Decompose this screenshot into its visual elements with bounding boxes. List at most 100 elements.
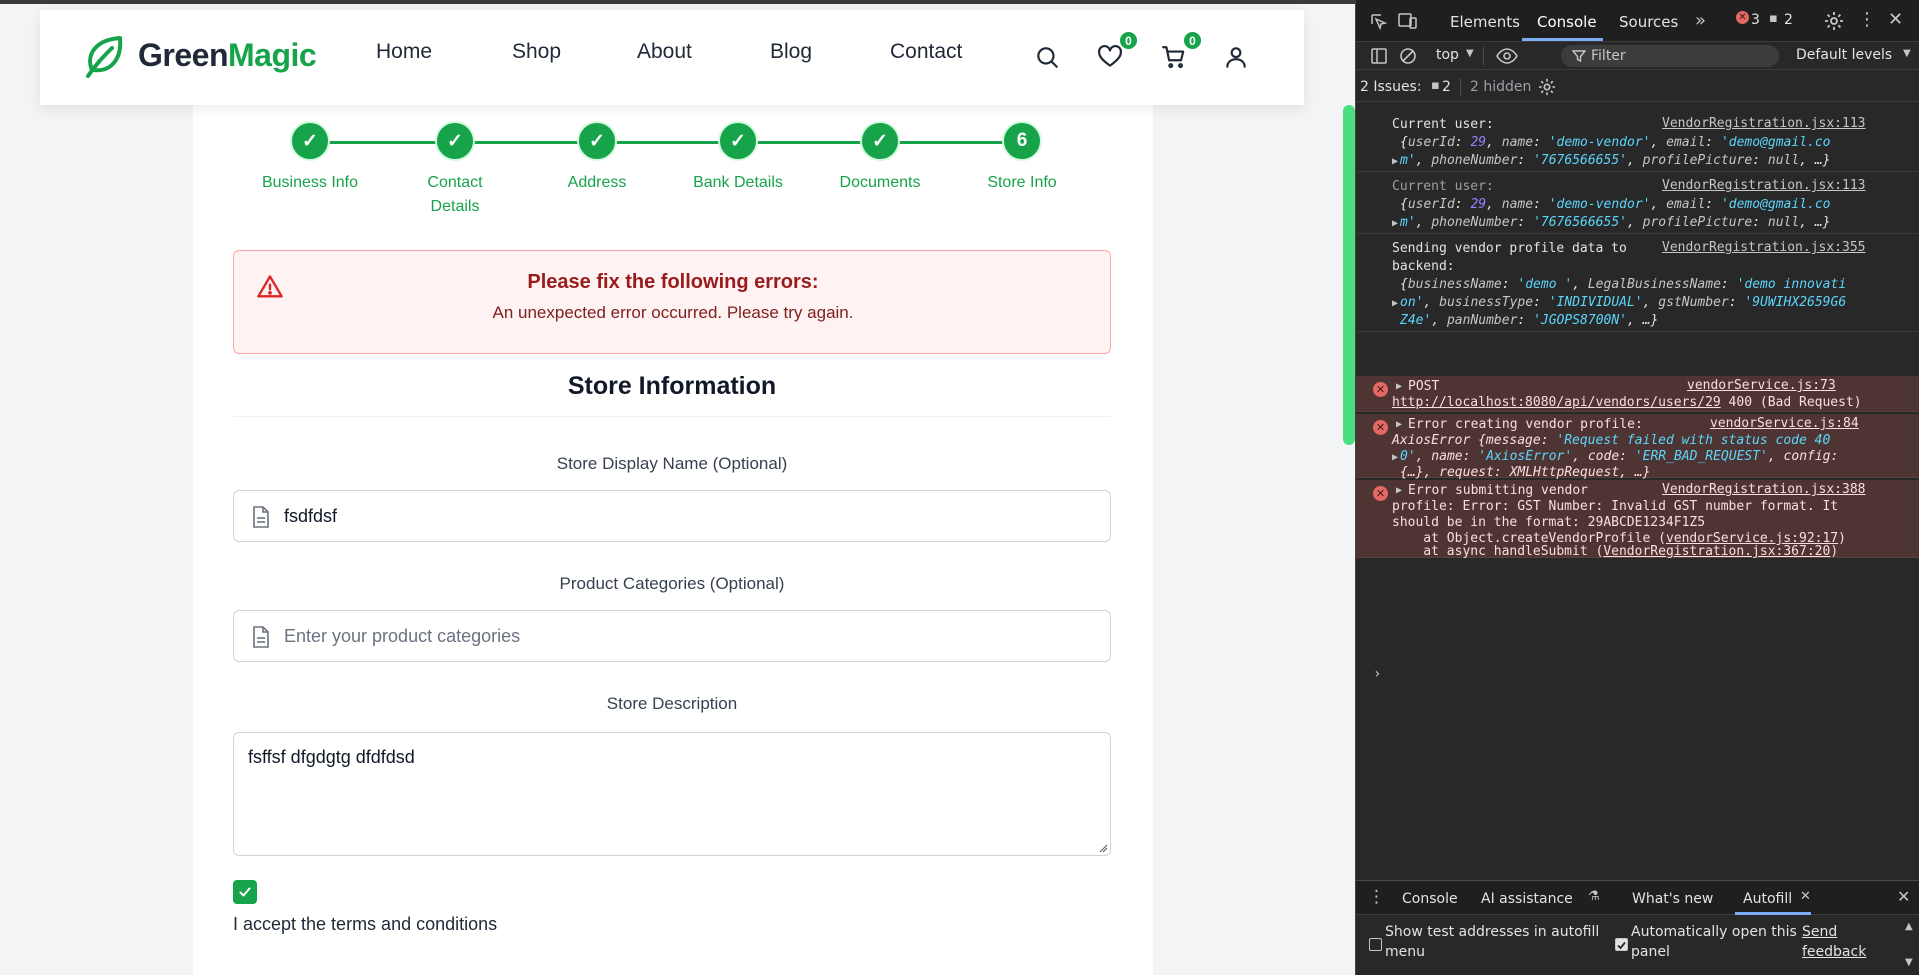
store-description-textarea[interactable]: fsffsf dfgdgtg dfdfdsd — [234, 733, 1110, 855]
message-count[interactable]: 2 — [1784, 12, 1793, 28]
nav-home[interactable]: Home — [376, 40, 512, 64]
console-log-entry[interactable]: Current user: VendorRegistration.jsx:113… — [1356, 174, 1919, 234]
website-viewport: GreenMagic Home Shop About Blog Contact … — [0, 0, 1355, 975]
close-tab-icon[interactable]: ✕ — [1800, 889, 1811, 904]
error-count[interactable]: 3 — [1751, 12, 1760, 28]
console-error-entry[interactable]: ✕ ▶ POST vendorService.js:73 http://loca… — [1356, 376, 1919, 412]
devtools-panel: Elements Console Sources » ✕ 3 ▪ 2 ⋮ ✕ t… — [1355, 0, 1919, 975]
more-options-icon[interactable]: ⋮ — [1858, 9, 1876, 30]
step-current-number: 6 — [1002, 121, 1042, 161]
tab-console[interactable]: Console — [1537, 13, 1597, 31]
drawer-menu-icon[interactable]: ⋮ — [1368, 887, 1385, 907]
page-scrollbar-thumb[interactable] — [1343, 105, 1355, 445]
live-expression-eye-icon[interactable] — [1496, 47, 1518, 65]
logo[interactable]: GreenMagic — [80, 30, 317, 80]
message-count-icon[interactable]: ▪ — [1769, 11, 1778, 26]
device-toolbar-icon[interactable] — [1398, 12, 1418, 30]
expand-triangle-icon[interactable]: ▶ — [1392, 218, 1398, 229]
console-filter-input[interactable] — [1591, 45, 1771, 67]
expand-triangle-icon[interactable]: ▶ — [1392, 156, 1398, 167]
nav-shop[interactable]: Shop — [512, 40, 637, 64]
tab-sources[interactable]: Sources — [1619, 13, 1678, 31]
document-icon — [253, 626, 269, 648]
resize-grip-icon[interactable] — [1098, 843, 1108, 853]
log-source-link[interactable]: VendorRegistration.jsx:113 — [1662, 178, 1866, 193]
wishlist-button[interactable]: 0 — [1093, 30, 1139, 74]
drawer-active-tab-indicator — [1735, 912, 1811, 915]
log-source-link[interactable]: VendorRegistration.jsx:355 — [1662, 240, 1866, 255]
send-feedback-link-cont[interactable]: feedback — [1802, 943, 1866, 962]
issues-count[interactable]: 2 — [1442, 79, 1451, 95]
cart-count-badge: 0 — [1182, 30, 1203, 51]
close-drawer-icon[interactable]: ✕ — [1897, 887, 1910, 906]
scroll-down-arrow-icon[interactable]: ▼ — [1905, 957, 1913, 968]
sidebar-toggle-icon[interactable] — [1370, 47, 1388, 65]
search-button[interactable] — [1030, 40, 1064, 74]
error-alert: Please fix the following errors: An unex… — [233, 250, 1111, 354]
step-address: ✓ Address — [527, 121, 667, 195]
request-url-link[interactable]: http://localhost:8080/api/vendors/users/… — [1392, 395, 1721, 410]
console-log-entry[interactable]: Current user: VendorRegistration.jsx:113… — [1356, 112, 1919, 172]
log-levels-selector[interactable]: Default levels — [1796, 47, 1892, 63]
send-feedback-link[interactable]: Send — [1802, 923, 1837, 942]
drawer-tab-autofill[interactable]: Autofill — [1743, 891, 1792, 907]
error-count-icon[interactable]: ✕ — [1736, 11, 1749, 24]
expand-triangle-icon[interactable]: ▶ — [1396, 419, 1402, 430]
issues-label[interactable]: 2 Issues: — [1360, 79, 1422, 95]
status-text: 400 (Bad Request) — [1720, 395, 1862, 410]
clear-console-icon[interactable] — [1399, 47, 1417, 65]
section-title: Store Information — [567, 372, 777, 400]
store-description-label: Store Description — [606, 694, 738, 713]
close-devtools-icon[interactable]: ✕ — [1888, 9, 1903, 30]
nav-contact[interactable]: Contact — [890, 40, 962, 64]
console-error-entry[interactable]: ✕ ▶ Error creating vendor profile: vendo… — [1356, 414, 1919, 480]
nav-about[interactable]: About — [637, 40, 770, 64]
context-selector[interactable]: top — [1436, 47, 1459, 63]
section-divider — [233, 416, 1111, 417]
expand-triangle-icon[interactable]: ▶ — [1392, 452, 1398, 463]
console-log-entry[interactable]: Sending vendor profile data to VendorReg… — [1356, 236, 1919, 332]
main-nav: Home Shop About Blog Contact — [376, 40, 962, 64]
terms-label[interactable]: I accept the terms and conditions — [233, 914, 497, 935]
step-documents: ✓ Documents — [810, 121, 950, 195]
more-tabs-chevron-icon[interactable]: » — [1695, 10, 1706, 31]
settings-gear-icon[interactable] — [1824, 11, 1844, 31]
nav-blog[interactable]: Blog — [770, 40, 890, 64]
devtools-tab-bar: Elements Console Sources » ✕ 3 ▪ 2 ⋮ ✕ — [1356, 0, 1919, 42]
show-test-addresses-checkbox[interactable] — [1369, 938, 1382, 951]
devtools-drawer: ⋮ Console AI assistance ⚗ What's new Aut… — [1356, 880, 1919, 975]
log-source-link[interactable]: VendorRegistration.jsx:388 — [1662, 482, 1866, 497]
scroll-up-arrow-icon[interactable]: ▲ — [1905, 921, 1913, 932]
console-error-entry[interactable]: ✕ ▶ Error submitting vendor VendorRegist… — [1356, 480, 1919, 558]
step-label: Address — [567, 174, 627, 191]
drawer-tab-bar: ⋮ Console AI assistance ⚗ What's new Aut… — [1356, 881, 1919, 915]
log-source-link[interactable]: vendorService.js:84 — [1710, 416, 1859, 431]
step-label: Store Info — [987, 174, 1057, 191]
tab-elements[interactable]: Elements — [1450, 13, 1520, 31]
context-dropdown-icon[interactable]: ▼ — [1466, 48, 1474, 59]
inspect-element-icon[interactable] — [1370, 13, 1388, 31]
drawer-tab-ai-assistance[interactable]: AI assistance — [1481, 891, 1573, 907]
stack-frame-link[interactable]: VendorRegistration.jsx:367:20 — [1603, 544, 1830, 559]
error-title: Please fix the following errors: — [527, 271, 819, 293]
expand-triangle-icon[interactable]: ▶ — [1396, 485, 1402, 496]
console-prompt-chevron-icon[interactable]: › — [1373, 666, 1381, 682]
terms-checkbox[interactable] — [233, 880, 257, 904]
console-filter — [1561, 45, 1779, 67]
expand-triangle-icon[interactable]: ▶ — [1396, 381, 1402, 392]
store-display-name-input[interactable] — [284, 491, 1084, 541]
log-source-link[interactable]: vendorService.js:73 — [1687, 378, 1836, 393]
levels-dropdown-icon[interactable]: ▼ — [1903, 48, 1911, 59]
auto-open-panel-checkbox[interactable] — [1615, 938, 1628, 951]
expand-triangle-icon[interactable]: ▶ — [1392, 298, 1398, 309]
account-button[interactable] — [1219, 40, 1253, 74]
step-label: Business Info — [261, 174, 359, 191]
drawer-tab-whats-new[interactable]: What's new — [1632, 891, 1713, 907]
log-source-link[interactable]: VendorRegistration.jsx:113 — [1662, 116, 1866, 131]
drawer-tab-console[interactable]: Console — [1402, 891, 1458, 907]
product-categories-input[interactable] — [284, 611, 1084, 661]
console-settings-gear-icon[interactable] — [1538, 78, 1556, 96]
product-categories-label: Product Categories (Optional) — [559, 574, 785, 593]
issue-message-icon[interactable]: ▪ — [1431, 78, 1440, 93]
cart-button[interactable]: 0 — [1157, 30, 1203, 74]
